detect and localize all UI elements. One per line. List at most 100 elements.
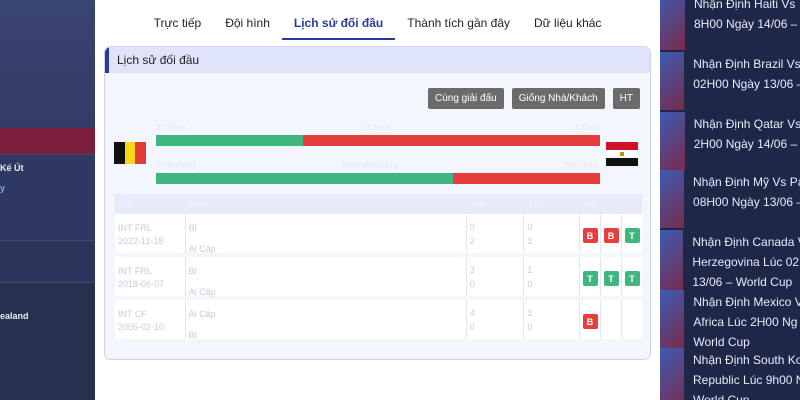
news-title: Africa Lúc 2H00 Ng [693,315,798,329]
filter-same-league-button[interactable]: Cùng giải đấu [427,88,504,109]
bar-home-segment [156,173,454,184]
column-header: Trận [188,199,205,209]
match-date: 2018-06-07 [118,279,165,289]
left-band [0,0,95,128]
bar-away-segment [302,135,600,146]
news-sidebar: Nhận Định Haiti Vs 8H00 Ngày 14/06 – Nhận… [660,0,800,400]
comparison-bar [156,135,600,146]
filter-halftime-button[interactable]: HT [612,88,640,109]
home-team: Bỉ [188,266,197,276]
news-thumbnail [660,290,685,350]
left-band-highlight [0,128,95,154]
bar-label: Tỷ lệ thắng [156,161,196,170]
result-badge: T [624,271,640,286]
league-name: INT CF [118,309,147,319]
filter-same-home-away-button[interactable]: Giống Nhà/Khách [511,88,605,109]
result-badge: T [624,228,640,243]
news-thumbnail [660,170,685,228]
tab-recent-form[interactable]: Thành tích gần đây [395,10,522,40]
result-badge: B [582,228,598,243]
news-title: World Cup [693,393,750,400]
left-text[interactable]: y [0,183,5,193]
table-header: Giải Trận Kèo T/X KQ [115,194,642,214]
league-name: INT FRL [118,223,152,233]
column-header: T/X [529,199,542,209]
news-title: Republic Lúc 9h00 N [693,373,800,387]
news-item[interactable]: Nhận Định Haiti Vs 8H00 Ngày 14/06 – [660,0,800,50]
news-item[interactable]: Nhận Định Mexico V Africa Lúc 2H00 Ng Worl… [660,290,800,350]
match-history-table: Giải Trận Kèo T/X KQ INT FRL 2022-11-18 B… [115,194,642,343]
match-detail-panel: Trực tiếp Đội hình Lịch sử đối đầu Thành… [95,0,660,400]
comparison-bar [156,173,600,184]
away-team: Bỉ [188,330,197,340]
news-title: 2H00 Ngày 14/06 – [693,137,798,151]
bar-label: 10 Hòa [363,123,389,132]
ht-away: 0 [527,322,533,332]
news-title: Nhận Định Haiti Vs [694,0,796,11]
belgium-flag-icon [114,142,147,164]
tab-head-to-head[interactable]: Lịch sử đối đầu [281,10,396,40]
news-title: Nhận Định Mỹ Vs Pa [693,175,800,189]
news-item[interactable]: Nhận Định Brazil Vs 02H00 Ngày 13/06 – [660,52,800,110]
bar-home-segment [156,135,303,146]
tab-other-data[interactable]: Dữ liệu khác [522,10,613,40]
news-thumbnail [660,0,685,50]
column-header: Giải [118,199,133,209]
bar-label: 3 Thắng [156,123,186,132]
score-away: 0 [469,279,475,289]
news-title: Nhận Định Canada V [692,235,800,249]
left-text[interactable]: Kế Út [0,163,24,173]
score-away: 0 [469,322,475,332]
score-home: 0 [469,222,475,232]
table-row[interactable]: INT FRL 2018-06-07 Bỉ Ai Cập 30 10 T T T [115,257,642,300]
left-band [0,240,95,282]
news-thumbnail [660,52,685,110]
column-header: Kèo [471,199,486,209]
bar-label: Bàn thua [565,161,598,170]
home-team: Ai Cập [188,309,216,319]
score-home: 3 [469,265,475,275]
score-home: 4 [469,308,475,318]
left-band [0,282,95,400]
news-item[interactable]: Nhận Định Canada V Herzegovina Lúc 02H 13/… [660,230,800,292]
news-title: Nhận Định Brazil Vs [693,57,800,71]
head-to-head-card: Lịch sử đối đầu Cùng giải đấu Giống Nhà/… [104,46,651,360]
filter-group: Cùng giải đấu Giống Nhà/Khách HT [427,88,640,109]
news-title: Nhận Định Qatar Vs [693,117,800,131]
news-item[interactable]: Nhận Định Qatar Vs 2H00 Ngày 14/06 – [660,112,800,170]
egypt-flag-icon [606,142,638,166]
match-date: 2022-11-18 [118,236,164,246]
home-team: Bỉ [188,223,197,233]
ht-home: 0 [527,222,533,232]
news-title: Nhận Định South Ko [693,353,800,367]
league-name: INT FRL [118,266,152,276]
left-background-panel: Kế Út y ealand [0,0,95,400]
news-thumbnail [660,112,685,170]
news-title: 02H00 Ngày 13/06 – [693,77,800,91]
result-badge: B [582,314,598,329]
ht-away: 0 [527,279,533,289]
tab-bar: Trực tiếp Đội hình Lịch sử đối đầu Thành… [95,10,660,40]
tab-live[interactable]: Trực tiếp [142,10,214,40]
news-title: Herzegovina Lúc 02H [692,255,800,269]
tab-lineup[interactable]: Đội hình [213,10,282,40]
news-title: 08H00 Ngày 13/06 – [693,195,800,209]
bar-label: Tổng bàn thắng [341,161,398,170]
table-row[interactable]: INT CF 2005-02-10 Ai Cập Bỉ 4 0 1 0 B [115,300,642,343]
result-badge: T [582,271,598,286]
news-title: Nhận Định Mexico V [693,295,800,309]
left-text[interactable]: ealand [0,311,29,321]
news-item[interactable]: Nhận Định South Ko Republic Lúc 9h00 N Wor… [660,348,800,400]
news-title: 13/06 – World Cup [692,275,793,289]
bar-label: 4 Thua [575,123,600,132]
ht-away: 1 [527,236,533,246]
result-badge: T [603,271,619,286]
news-thumbnail [660,348,685,400]
result-badge: B [603,228,619,243]
table-row[interactable]: INT FRL 2022-11-18 Bỉ Ai Cập 02 01 B B T [115,214,642,257]
news-item[interactable]: Nhận Định Mỹ Vs Pa 08H00 Ngày 13/06 – [660,170,800,228]
ht-home: 1 [527,308,533,318]
news-title: 8H00 Ngày 14/06 – [694,17,798,31]
ht-home: 1 [527,265,533,275]
match-date: 2005-02-10 [118,322,165,332]
